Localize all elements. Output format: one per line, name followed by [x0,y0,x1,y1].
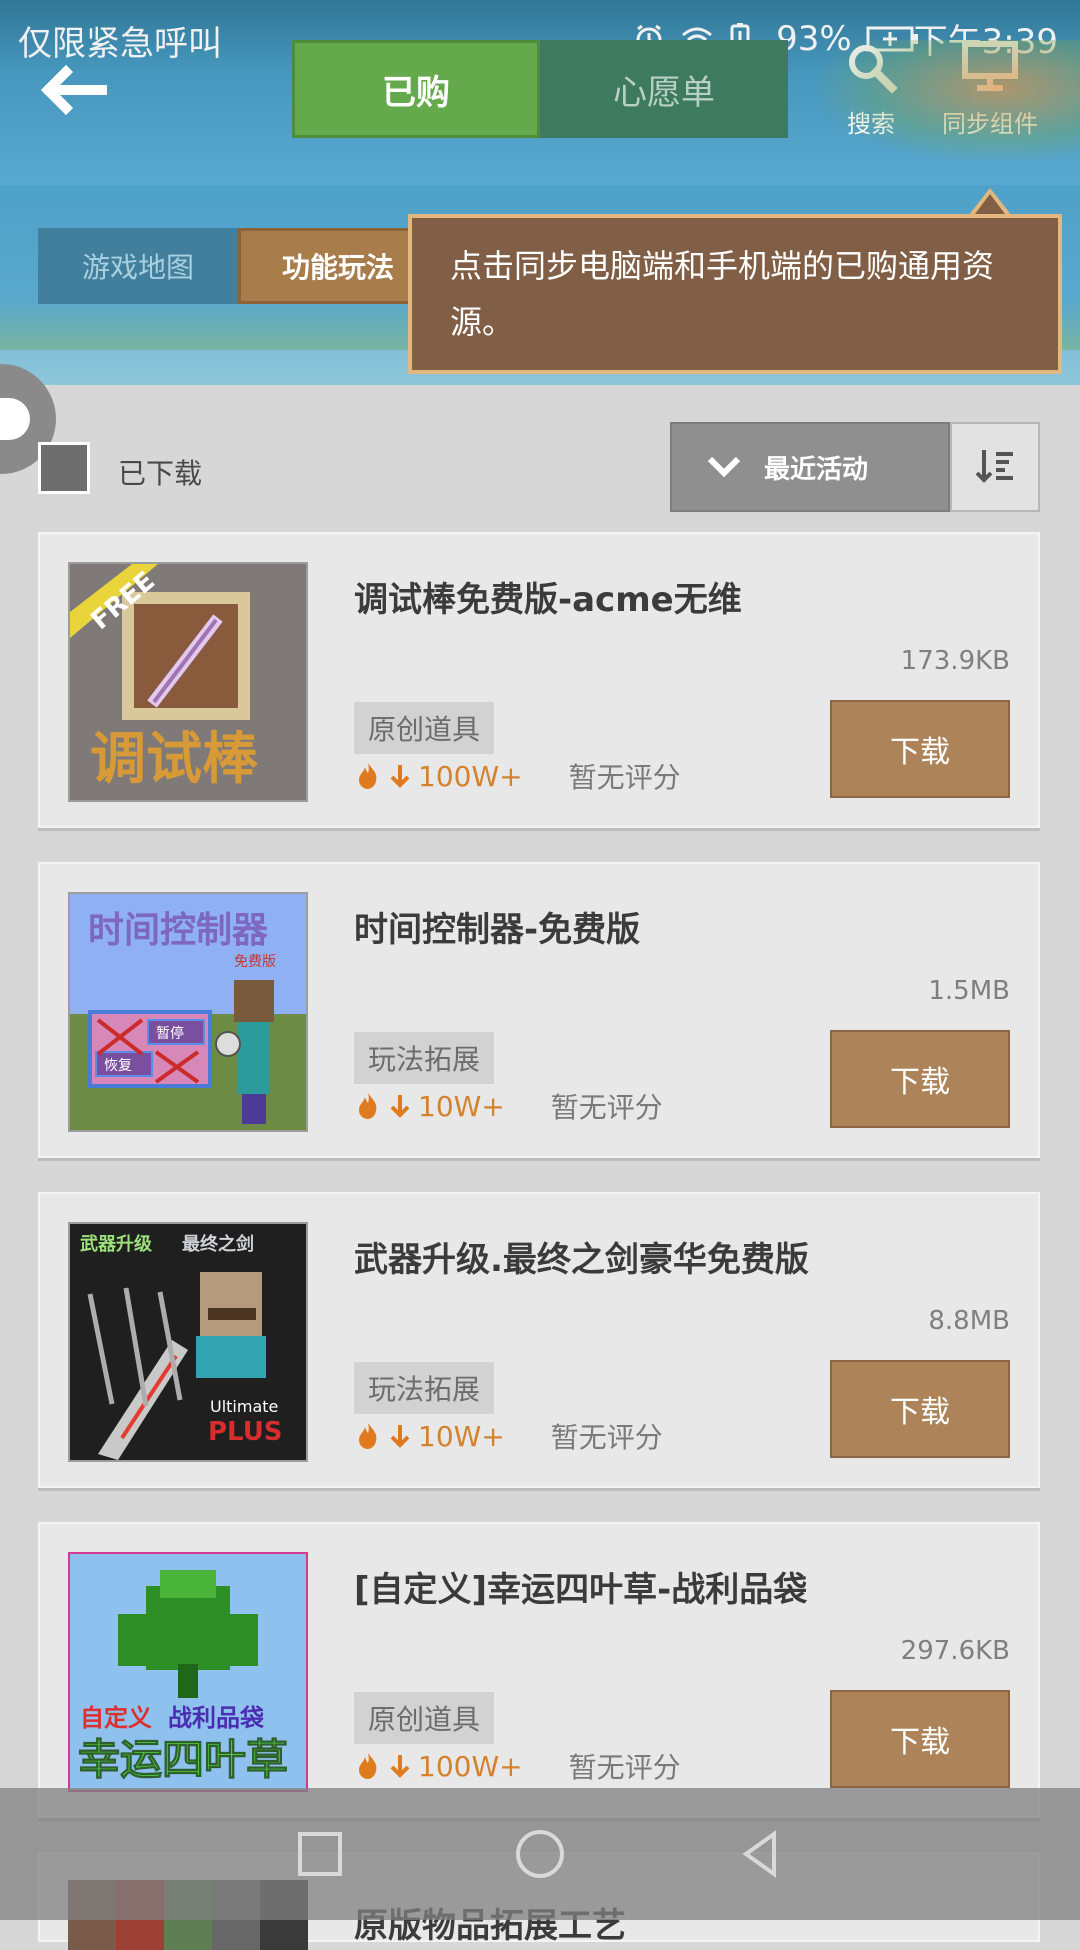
card-meta: 10W+ 暂无评分 [354,1416,663,1456]
download-count: 10W+ [418,1089,505,1123]
back-nav-button[interactable] [734,1828,786,1880]
back-button[interactable] [38,62,108,118]
card-title: 时间控制器-免费版 [354,910,641,950]
home-button[interactable] [514,1828,566,1880]
downloaded-label: 已下载 [118,457,203,490]
download-button[interactable]: 下载 [830,1360,1010,1458]
card-meta: 10W+ 暂无评分 [354,1086,663,1126]
card-title: 调试棒免费版-acme无维 [354,580,742,620]
downloaded-checkbox[interactable] [38,442,90,494]
battery-icon [866,22,918,56]
card-tag: 原创道具 [354,702,495,754]
image-text-plus: PLUS [208,1417,283,1447]
fire-icon [359,1753,377,1779]
category-tabs: 游戏地图 功能玩法 [38,228,438,304]
card-title: [自定义]幸运四叶草-战利品袋 [354,1570,808,1610]
resource-card[interactable]: 自定义 战利品袋 幸运四叶草 [自定义]幸运四叶草-战利品袋 297.6KB 原… [38,1522,1040,1818]
download-button[interactable]: 下载 [830,1030,1010,1128]
card-tag: 玩法拓展 [354,1032,495,1084]
header-tabs: 已购 心愿单 [292,40,788,138]
card-meta: 100W+ 暂无评分 [354,1746,681,1786]
search-button[interactable]: 搜索 [842,40,900,139]
resource-card[interactable]: FREE 调试棒 调试棒免费版-acme无维 173.9KB 原创道具 100W… [38,532,1040,828]
header: 仅限紧急呼叫 93% 下午3:39 已购 心愿单 搜索 同步组件 游戏地图 功能… [0,0,1080,385]
sync-tooltip: 点击同步电脑端和手机端的已购通用资源。 [408,214,1062,374]
square-icon [298,1832,342,1876]
status-time: 下午3:39 [913,22,1058,62]
download-count: 10W+ [418,1419,505,1453]
download-arrow-icon [390,1095,410,1118]
image-text-title: 调试棒 [90,727,259,792]
image-text-free: 免费版 [234,954,276,970]
card-rating: 暂无评分 [568,1751,681,1784]
card-meta: 100W+ 暂无评分 [354,756,681,796]
sort-control: 最近活动 [670,422,1040,512]
sort-dropdown[interactable]: 最近活动 [670,422,950,512]
triangle-back-icon [742,1830,776,1878]
download-button[interactable]: 下载 [830,700,1010,798]
image-text-loot: 战利品袋 [168,1704,265,1732]
fire-icon [359,1423,377,1449]
image-text-sword: 最终之剑 [182,1233,254,1255]
system-navigation-bar [0,1788,1080,1920]
tab-wishlist[interactable]: 心愿单 [540,40,788,138]
card-size: 173.9KB [900,646,1010,676]
tab-purchased[interactable]: 已购 [292,40,540,138]
card-size: 297.6KB [900,1636,1010,1666]
resource-card[interactable]: 时间控制器 免费版 暂停 恢复 时间控制器-免费版 1.5MB 玩法拓展 10W… [38,862,1040,1158]
monitor-icon [962,41,1018,91]
sort-order-button[interactable] [950,422,1040,512]
fire-icon [359,763,377,789]
card-thumbnail: 时间控制器 免费版 暂停 恢复 [68,892,308,1132]
image-text-custom: 自定义 [80,1704,152,1732]
search-label: 搜索 [847,110,895,138]
card-thumbnail: FREE 调试棒 [68,562,308,802]
chevron-down-icon [707,456,741,478]
image-text-ultimate: Ultimate [210,1397,278,1416]
recent-apps-button[interactable] [294,1828,346,1880]
search-icon [849,45,898,94]
card-size: 8.8MB [928,1306,1010,1336]
download-count: 100W+ [418,1749,523,1783]
download-arrow-icon [390,1755,410,1778]
sync-components-button[interactable]: 同步组件 [940,40,1040,139]
download-count: 100W+ [418,759,523,793]
image-text-upgrade: 武器升级 [80,1233,153,1255]
sort-label: 最近活动 [764,454,869,485]
card-tag: 原创道具 [354,1692,495,1744]
resource-card[interactable]: 武器升级 最终之剑 Ultimate PLUS 武器升级.最终之剑豪华免费版 8… [38,1192,1040,1488]
download-arrow-icon [390,765,410,788]
card-thumbnail: 武器升级 最终之剑 Ultimate PLUS [68,1222,308,1462]
status-left-text: 仅限紧急呼叫 [18,24,222,64]
sort-order-icon [975,450,1013,483]
download-arrow-icon [390,1425,410,1448]
fire-icon [359,1093,377,1119]
circle-icon [516,1830,564,1878]
card-tag: 玩法拓展 [354,1362,495,1414]
sync-label: 同步组件 [942,110,1038,138]
image-text-resume: 恢复 [104,1057,132,1074]
card-title: 武器升级.最终之剑豪华免费版 [354,1240,809,1280]
card-rating: 暂无评分 [550,1421,663,1454]
card-size: 1.5MB [928,976,1010,1006]
image-text-clover: 幸运四叶草 [78,1735,288,1784]
card-rating: 暂无评分 [568,761,681,794]
card-rating: 暂无评分 [550,1091,663,1124]
download-button[interactable]: 下载 [830,1690,1010,1788]
image-text-title: 时间控制器 [88,910,269,951]
subtab-game-maps[interactable]: 游戏地图 [38,228,238,304]
card-thumbnail: 自定义 战利品袋 幸运四叶草 [68,1552,308,1792]
image-text-pause: 暂停 [156,1025,184,1042]
